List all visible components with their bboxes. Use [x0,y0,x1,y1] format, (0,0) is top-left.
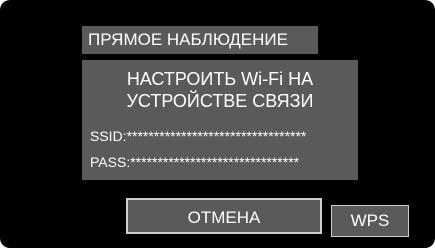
wifi-setup-dialog: НАСТРОИТЬ Wi-Fi НА УСТРОЙСТВЕ СВЯЗИ SSID… [82,60,358,180]
ssid-text: SSID:********************************* [90,128,307,144]
camera-screen: ПРЯМОЕ НАБЛЮДЕНИЕ НАСТРОИТЬ Wi-Fi НА УСТ… [0,0,435,248]
message-line-2: УСТРОЙСТВЕ СВЯЗИ [126,91,314,111]
dialog-message: НАСТРОИТЬ Wi-Fi НА УСТРОЙСТВЕ СВЯЗИ [82,68,358,112]
message-line-1: НАСТРОИТЬ Wi-Fi НА [126,69,314,89]
screen-title: ПРЯМОЕ НАБЛЮДЕНИЕ [82,26,318,54]
wps-button[interactable]: WPS [331,205,409,237]
cancel-button[interactable]: ОТМЕНА [126,198,322,234]
password-text: PASS:******************************* [90,154,300,170]
